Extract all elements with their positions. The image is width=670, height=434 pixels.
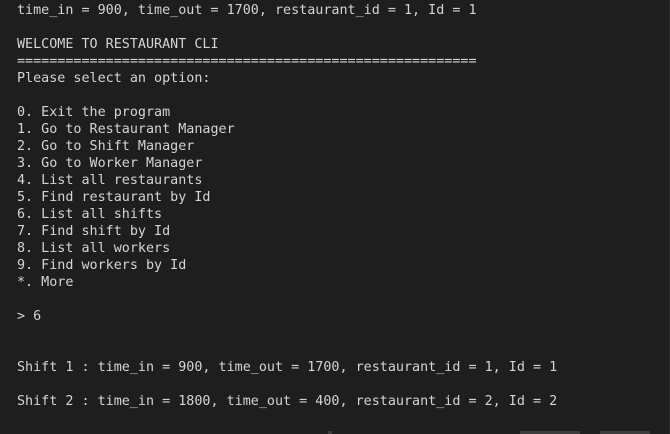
menu-option-2: 2. Go to Shift Manager (17, 139, 195, 154)
menu-option-0: 0. Exit the program (17, 105, 171, 120)
menu-option-1: 1. Go to Restaurant Manager (17, 122, 235, 137)
terminal-output[interactable]: time_in = 900, time_out = 1700, restaura… (0, 0, 670, 434)
separator-line: ========================================… (17, 54, 477, 69)
menu-option-3: 3. Go to Worker Manager (17, 156, 203, 171)
welcome-title: WELCOME TO RESTAURANT CLI (17, 37, 219, 52)
menu-option-more: *. More (17, 275, 74, 290)
bottom-edge (0, 430, 669, 434)
menu-option-4: 4. List all restaurants (17, 173, 203, 188)
menu-option-9: 9. Find workers by Id (17, 258, 187, 273)
menu-prompt: Please select an option: (17, 71, 211, 86)
output-line: time_in = 900, time_out = 1700, restaura… (17, 3, 477, 18)
shift-result-1: Shift 1 : time_in = 900, time_out = 1700… (17, 360, 558, 375)
menu-option-8: 8. List all workers (17, 241, 171, 256)
menu-option-6: 6. List all shifts (17, 207, 163, 222)
shift-result-2: Shift 2 : time_in = 1800, time_out = 400… (17, 394, 558, 409)
menu-option-5: 5. Find restaurant by Id (17, 190, 211, 205)
user-input-line: > 6 (17, 309, 42, 324)
menu-option-7: 7. Find shift by Id (17, 224, 171, 239)
